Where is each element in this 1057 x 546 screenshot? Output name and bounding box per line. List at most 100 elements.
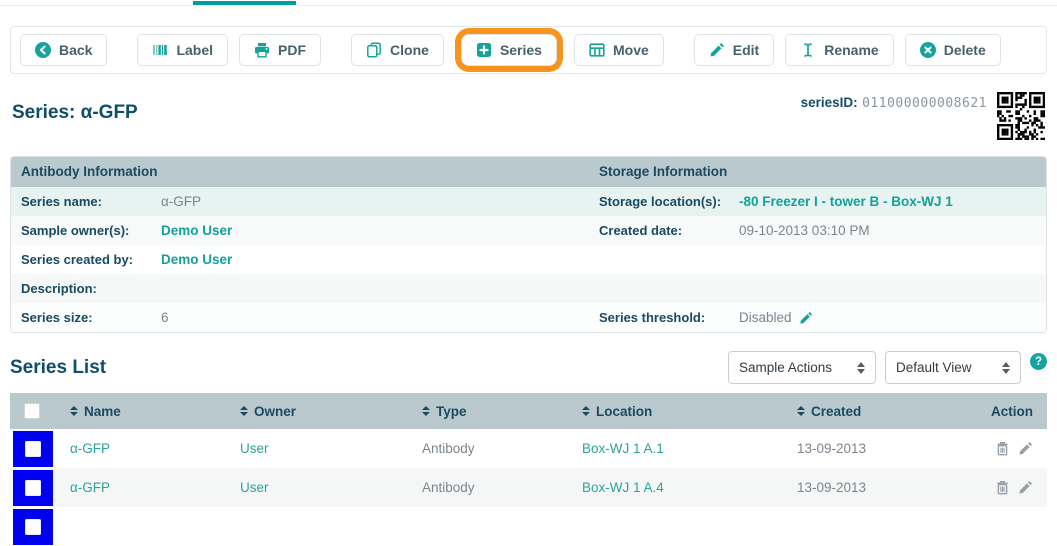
series-threshold-value: Disabled (739, 310, 813, 325)
pencil-icon (709, 42, 725, 58)
row-checkbox[interactable] (25, 519, 41, 535)
row-owner-link[interactable]: User (224, 480, 406, 495)
series-header-row: Series: α-GFP seriesID: 011000000008621 (12, 92, 1045, 140)
column-header-name-label: Name (84, 404, 121, 419)
x-circle-icon (920, 42, 936, 58)
series-name-value: α-GFP (161, 194, 201, 209)
page-top-divider (0, 0, 1057, 6)
column-header-owner-label: Owner (254, 404, 296, 419)
view-select-value: Default View (896, 360, 972, 375)
sample-owner-link[interactable]: Demo User (161, 223, 232, 238)
series-id-text: seriesID: 011000000008621 (801, 92, 987, 112)
edit-button-label: Edit (733, 43, 759, 57)
column-header-created-label: Created (811, 404, 861, 419)
antibody-information-header: Antibody Information (11, 157, 589, 187)
row-actions-cell (971, 480, 1047, 495)
select-arrows-icon (857, 362, 865, 374)
info-row-series-size: Series size: 6 (11, 303, 589, 332)
table-row: α-GFP User Antibody Box-WJ 1 A.4 13-09-2… (10, 468, 1047, 507)
edit-row-icon[interactable] (1018, 480, 1033, 495)
clone-button-label: Clone (390, 43, 429, 57)
edit-threshold-icon[interactable] (799, 311, 813, 325)
row-owner-link[interactable]: User (224, 441, 406, 456)
column-header-type[interactable]: Type (406, 404, 566, 419)
row-location-link[interactable]: Box-WJ 1 A.1 (566, 441, 781, 456)
pdf-button[interactable]: PDF (239, 34, 321, 66)
back-button[interactable]: Back (20, 34, 107, 66)
barcode-icon (152, 42, 168, 58)
select-all-checkbox[interactable] (24, 403, 40, 419)
info-row-created-date: Created date: 09-10-2013 03:10 PM (589, 216, 1046, 245)
storage-information-header: Storage Information (589, 157, 1046, 187)
text-cursor-icon (800, 42, 816, 58)
row-created: 13-09-2013 (781, 480, 971, 495)
created-date-label: Created date: (589, 223, 739, 238)
storage-location-link[interactable]: -80 Freezer I - tower B - Box-WJ 1 (739, 194, 953, 209)
sample-actions-select-value: Sample Actions (739, 360, 832, 375)
delete-button[interactable]: Delete (905, 34, 1001, 66)
rename-button-label: Rename (824, 43, 878, 57)
row-checkbox-highlight (13, 431, 53, 467)
series-list-controls: Sample Actions Default View ? (728, 351, 1047, 384)
table-header-row: Name Owner Type Location Created Action (10, 393, 1047, 429)
rename-button[interactable]: Rename (785, 34, 893, 66)
row-type: Antibody (406, 480, 566, 495)
row-checkbox-highlight (13, 509, 53, 545)
storage-information-column: Storage Information Storage location(s):… (589, 157, 1046, 332)
sort-icon (70, 406, 78, 416)
delete-row-icon[interactable] (995, 441, 1010, 456)
series-list-title: Series List (10, 357, 106, 379)
row-type: Antibody (406, 441, 566, 456)
view-select[interactable]: Default View (885, 351, 1021, 384)
row-name-link[interactable]: α-GFP (54, 441, 224, 456)
column-header-created[interactable]: Created (781, 404, 971, 419)
series-created-by-link[interactable]: Demo User (161, 252, 232, 267)
toolbar-group-print: Label PDF (137, 34, 321, 66)
row-checkbox-cell (10, 507, 54, 546)
column-header-location-label: Location (596, 404, 652, 419)
sample-actions-select[interactable]: Sample Actions (728, 351, 876, 384)
info-row-storage-location: Storage location(s): -80 Freezer I - tow… (589, 187, 1046, 216)
delete-button-label: Delete (944, 43, 986, 57)
clone-icon (366, 42, 382, 58)
edit-button[interactable]: Edit (694, 34, 774, 66)
qr-code (997, 92, 1045, 140)
active-tab-indicator (193, 1, 296, 5)
row-checkbox[interactable] (25, 480, 41, 496)
help-icon[interactable]: ? (1030, 353, 1047, 370)
delete-row-icon[interactable] (995, 480, 1010, 495)
move-button[interactable]: Move (574, 34, 664, 66)
series-id-value: 011000000008621 (862, 96, 987, 111)
series-threshold-text: Disabled (739, 310, 792, 325)
series-button[interactable]: Series (461, 34, 557, 66)
column-header-action: Action (971, 404, 1047, 419)
edit-row-icon[interactable] (1018, 441, 1033, 456)
row-checkbox-cell (10, 468, 54, 507)
series-id-label: seriesID: (801, 95, 858, 110)
table-row: α-GFP User Antibody Box-WJ 1 A.1 13-09-2… (10, 429, 1047, 468)
column-header-type-label: Type (436, 404, 467, 419)
clone-button[interactable]: Clone (351, 34, 444, 66)
sort-icon (582, 406, 590, 416)
toolbar-group-nav: Back (20, 34, 107, 66)
row-name-link[interactable]: α-GFP (54, 480, 224, 495)
column-header-action-label: Action (991, 404, 1033, 419)
row-actions-cell (971, 441, 1047, 456)
column-header-location[interactable]: Location (566, 404, 781, 419)
pdf-button-label: PDF (278, 43, 306, 57)
series-size-label: Series size: (11, 310, 161, 325)
series-list-band: Series List Sample Actions Default View … (10, 351, 1047, 384)
column-header-name[interactable]: Name (54, 404, 224, 419)
row-checkbox[interactable] (25, 441, 41, 457)
row-created: 13-09-2013 (781, 441, 971, 456)
series-created-by-label: Series created by: (11, 252, 161, 267)
series-id-block: seriesID: 011000000008621 (801, 92, 1045, 140)
series-threshold-label: Series threshold: (589, 310, 739, 325)
label-button[interactable]: Label (137, 34, 228, 66)
info-row-series-name: Series name: α-GFP (11, 187, 589, 216)
sort-icon (240, 406, 248, 416)
row-location-link[interactable]: Box-WJ 1 A.4 (566, 480, 781, 495)
sort-icon (422, 406, 430, 416)
page-title: Series: α-GFP (12, 92, 138, 124)
column-header-owner[interactable]: Owner (224, 404, 406, 419)
